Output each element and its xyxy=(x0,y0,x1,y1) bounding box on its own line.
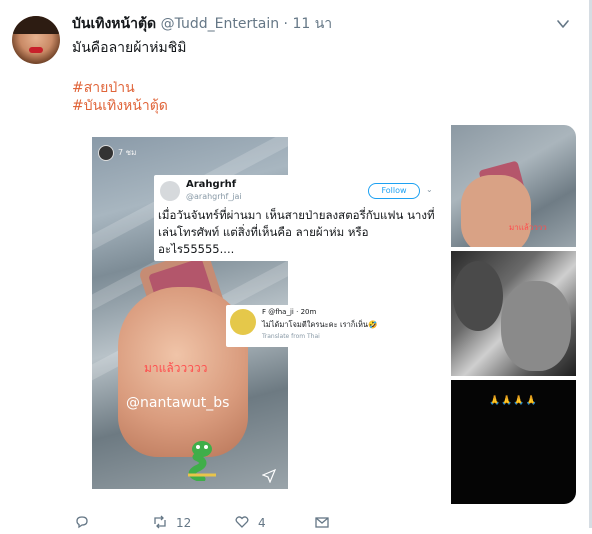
user-handle[interactable]: @Tudd_Entertain xyxy=(161,16,279,32)
avatar-hair xyxy=(12,16,60,34)
tweet-timestamp[interactable]: 11 นา xyxy=(292,16,332,32)
media-grid: 7 ชม มาแล้ววววว @nantawut_bs Arahgrhf @a… xyxy=(74,125,576,504)
thumb-emoji-caption: 🙏🙏🙏🙏 xyxy=(489,396,538,406)
thumb-face xyxy=(501,281,571,371)
tweet-text: มันคือลายผ้าห่มชิมิ xyxy=(72,40,187,56)
thumb-hand xyxy=(461,175,531,247)
story-time: 7 ชม xyxy=(118,148,137,157)
reply-avatar xyxy=(230,309,256,335)
thumbnail-photo-2[interactable] xyxy=(451,251,576,376)
embedded-name: Arahgrhf xyxy=(186,179,237,190)
separator-dot: · xyxy=(283,16,288,32)
thumb-caption: มาแล้วววว xyxy=(509,223,547,232)
display-name[interactable]: บันเทิงหน้าตุ้ด xyxy=(72,16,156,32)
avatar-lips xyxy=(29,47,43,53)
embedded-chevron-icon: ⌄ xyxy=(426,185,433,194)
snake-sticker-icon xyxy=(188,441,216,481)
embedded-tweet-card: Arahgrhf @arahgrhf_jai Follow ⌄ เมื่อวัน… xyxy=(154,175,440,261)
hashtag-link[interactable]: #สายป่าน xyxy=(72,78,135,98)
story-caption: มาแล้ววววว xyxy=(144,361,208,375)
avatar[interactable] xyxy=(12,16,60,64)
thumbnail-photo-3[interactable]: 🙏🙏🙏🙏 xyxy=(451,380,576,504)
reply-time: 20m xyxy=(300,308,317,316)
reply-name: F xyxy=(262,308,267,316)
reply-translate: Translate from Thai xyxy=(262,333,320,340)
embedded-tweet-text: เมื่อวันจันทร์ที่ผ่านมา เห็นสายป่ายลงสตอ… xyxy=(158,208,435,256)
reply-meta: F @fha_ji · 20m xyxy=(262,308,316,316)
chevron-down-icon[interactable] xyxy=(556,17,570,31)
story-mention: @nantawut_bs xyxy=(126,395,230,411)
embedded-handle: @arahgrhf_jai xyxy=(186,192,242,201)
embedded-reply-card: F @fha_ji · 20m ไม่ได้มาโจมตีใครนะคะ เรา… xyxy=(226,305,377,347)
embedded-follow-button: Follow xyxy=(368,183,420,199)
tweet-actions: 12 4 xyxy=(74,514,374,534)
thumb-face xyxy=(453,261,503,331)
embedded-avatar xyxy=(160,181,180,201)
reply-handle: @fha_ji xyxy=(268,308,294,316)
tweet-header: บันเทิงหน้าตุ้ด @Tudd_Entertain · 11 นา xyxy=(72,13,332,35)
send-icon[interactable] xyxy=(262,469,276,483)
reply-sep: · xyxy=(296,308,299,316)
thumbnail-photo-1[interactable]: มาแล้วววว xyxy=(451,125,576,247)
hashtag-link[interactable]: #บันเทิงหน้าตุ้ด xyxy=(72,96,168,116)
story-avatar xyxy=(98,145,114,161)
reply-text: ไม่ได้มาโจมตีใครนะคะ เราก็เห็น🤣 xyxy=(262,320,378,329)
